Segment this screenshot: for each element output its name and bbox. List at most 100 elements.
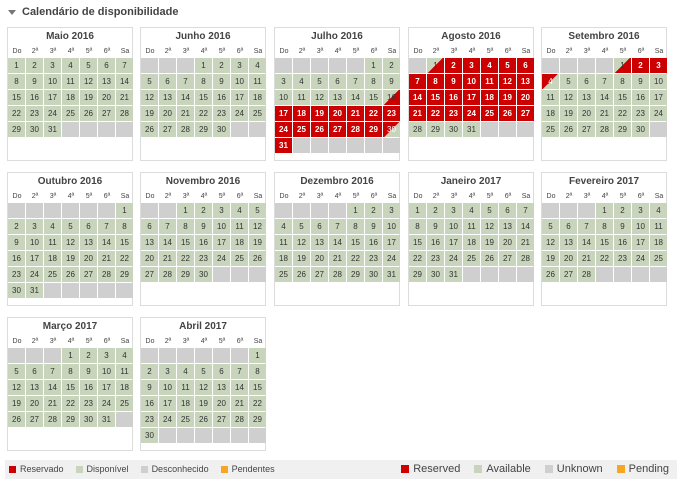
day-cell[interactable]: 27 [560,267,577,282]
day-cell[interactable]: 27 [98,106,115,121]
day-cell[interactable]: 1 [195,58,212,73]
day-cell[interactable]: 4 [293,74,310,89]
day-cell[interactable]: 6 [141,219,158,234]
day-cell[interactable]: 4 [44,219,61,234]
day-cell[interactable]: 19 [481,235,498,250]
day-cell[interactable]: 22 [596,251,613,266]
day-cell[interactable]: 24 [632,251,649,266]
day-cell[interactable]: 15 [116,235,133,250]
day-cell[interactable]: 19 [8,396,25,411]
day-cell[interactable]: 15 [409,235,426,250]
day-cell[interactable]: 11 [650,219,667,234]
day-cell[interactable]: 9 [26,74,43,89]
day-cell[interactable]: 3 [213,203,230,218]
day-cell[interactable]: 10 [463,74,480,89]
day-cell[interactable]: 27 [159,122,176,137]
day-cell[interactable]: 12 [293,235,310,250]
day-cell[interactable]: 14 [517,219,534,234]
day-cell[interactable]: 12 [542,235,559,250]
day-cell[interactable]: 31 [463,122,480,137]
day-cell[interactable]: 25 [463,251,480,266]
day-cell[interactable]: 14 [596,90,613,105]
day-cell[interactable]: 15 [347,235,364,250]
day-cell[interactable]: 29 [249,412,266,427]
day-cell[interactable]: 23 [213,106,230,121]
day-cell[interactable]: 13 [26,380,43,395]
day-cell[interactable]: 11 [542,90,559,105]
day-cell[interactable]: 18 [650,235,667,250]
day-cell[interactable]: 2 [80,348,97,363]
day-cell[interactable]: 4 [481,58,498,73]
day-cell[interactable]: 12 [311,90,328,105]
day-cell[interactable]: 24 [650,106,667,121]
day-cell[interactable]: 16 [365,235,382,250]
day-cell[interactable]: 2 [445,58,462,73]
day-cell[interactable]: 9 [141,380,158,395]
day-cell[interactable]: 1 [427,58,444,73]
day-cell[interactable]: 18 [231,235,248,250]
day-cell[interactable]: 26 [293,267,310,282]
day-cell[interactable]: 18 [177,396,194,411]
day-cell[interactable]: 6 [213,364,230,379]
day-cell[interactable]: 25 [542,122,559,137]
day-cell[interactable]: 16 [383,90,400,105]
day-cell[interactable]: 2 [365,203,382,218]
day-cell[interactable]: 31 [44,122,61,137]
day-cell[interactable]: 20 [98,90,115,105]
day-cell[interactable]: 24 [275,122,292,137]
day-cell[interactable]: 4 [231,203,248,218]
day-cell[interactable]: 13 [578,90,595,105]
day-cell[interactable]: 27 [26,412,43,427]
day-cell[interactable]: 21 [578,251,595,266]
day-cell[interactable]: 16 [213,90,230,105]
day-cell[interactable]: 14 [44,380,61,395]
day-cell[interactable]: 17 [98,380,115,395]
day-cell[interactable]: 14 [116,74,133,89]
day-cell[interactable]: 9 [195,219,212,234]
day-cell[interactable]: 10 [159,380,176,395]
day-cell[interactable]: 20 [517,90,534,105]
day-cell[interactable]: 24 [159,412,176,427]
day-cell[interactable]: 22 [195,106,212,121]
day-cell[interactable]: 6 [98,58,115,73]
day-cell[interactable]: 6 [560,219,577,234]
day-cell[interactable]: 16 [195,235,212,250]
day-cell[interactable]: 29 [347,267,364,282]
day-cell[interactable]: 11 [62,74,79,89]
day-cell[interactable]: 29 [614,122,631,137]
day-cell[interactable]: 21 [409,106,426,121]
day-cell[interactable]: 26 [542,267,559,282]
day-cell[interactable]: 6 [80,219,97,234]
day-cell[interactable]: 8 [409,219,426,234]
day-cell[interactable]: 20 [80,251,97,266]
day-cell[interactable]: 10 [445,219,462,234]
day-cell[interactable]: 5 [542,219,559,234]
day-cell[interactable]: 5 [62,219,79,234]
day-cell[interactable]: 11 [275,235,292,250]
day-cell[interactable]: 28 [596,122,613,137]
day-cell[interactable]: 3 [231,58,248,73]
day-cell[interactable]: 29 [8,122,25,137]
day-cell[interactable]: 12 [80,74,97,89]
day-cell[interactable]: 31 [383,267,400,282]
day-cell[interactable]: 3 [632,203,649,218]
day-cell[interactable]: 25 [44,267,61,282]
day-cell[interactable]: 7 [177,74,194,89]
day-cell[interactable]: 18 [249,90,266,105]
day-cell[interactable]: 26 [80,106,97,121]
day-cell[interactable]: 19 [311,106,328,121]
day-cell[interactable]: 18 [293,106,310,121]
day-cell[interactable]: 28 [329,267,346,282]
day-cell[interactable]: 30 [213,122,230,137]
day-cell[interactable]: 19 [542,251,559,266]
day-cell[interactable]: 10 [44,74,61,89]
day-cell[interactable]: 29 [116,267,133,282]
day-cell[interactable]: 25 [116,396,133,411]
day-cell[interactable]: 13 [311,235,328,250]
day-cell[interactable]: 24 [231,106,248,121]
day-cell[interactable]: 5 [141,74,158,89]
day-cell[interactable]: 22 [409,251,426,266]
day-cell[interactable]: 5 [249,203,266,218]
day-cell[interactable]: 11 [481,74,498,89]
day-cell[interactable]: 15 [177,235,194,250]
